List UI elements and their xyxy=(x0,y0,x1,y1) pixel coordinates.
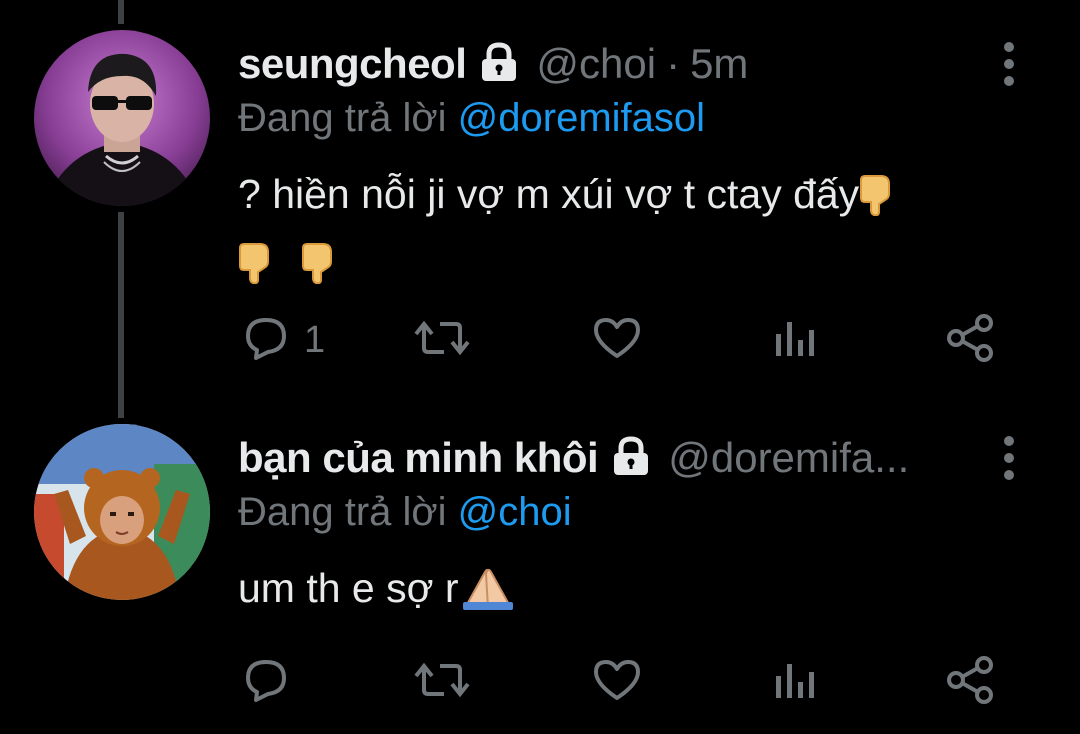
avatar[interactable] xyxy=(34,30,210,206)
more-options-icon[interactable] xyxy=(996,436,1022,480)
thread-line-connector xyxy=(118,212,124,418)
more-options-icon[interactable] xyxy=(996,42,1022,86)
timestamp[interactable]: 5m xyxy=(690,40,748,88)
tweet-actions xyxy=(238,652,1018,712)
analytics-button[interactable] xyxy=(772,652,816,712)
replying-to: Đang trả lời @choi xyxy=(238,490,572,535)
share-button[interactable] xyxy=(944,310,996,370)
like-button[interactable] xyxy=(592,310,642,370)
reply-prefix: Đang trả lời xyxy=(238,490,447,534)
reply-count: 1 xyxy=(304,318,326,361)
avatar[interactable] xyxy=(34,424,210,600)
lock-icon xyxy=(478,41,520,88)
like-button[interactable] xyxy=(592,652,642,712)
folded-hands-icon xyxy=(459,564,517,626)
thumbs-down-icon xyxy=(301,240,339,300)
reply-button[interactable]: 1 xyxy=(242,310,325,370)
tweet-text-line: ? hiền nỗi ji vợ m xúi vợ t ctay đấy xyxy=(238,171,860,217)
display-name[interactable]: bạn của minh khôi xyxy=(238,434,599,482)
share-button[interactable] xyxy=(944,652,996,712)
user-handle[interactable]: @choi xyxy=(536,40,656,88)
reply-button[interactable] xyxy=(242,652,290,712)
retweet-button[interactable] xyxy=(412,310,472,370)
analytics-icon xyxy=(772,656,816,709)
tweet-text-line: um th e sợ r xyxy=(238,565,459,611)
reply-mention-link[interactable]: @choi xyxy=(458,490,572,534)
tweet-text: ? hiền nỗi ji vợ m xúi vợ t ctay đấy xyxy=(238,164,998,300)
share-icon xyxy=(944,313,996,368)
tweet-header: bạn của minh khôi @doremifa... xyxy=(238,430,909,486)
reply-icon xyxy=(242,656,290,709)
tweet-header: seungcheol @choi · 5m xyxy=(238,36,748,92)
retweet-button[interactable] xyxy=(412,652,472,712)
display-name[interactable]: seungcheol xyxy=(238,40,467,88)
tweet-text: um th e sợ r xyxy=(238,558,998,626)
like-icon xyxy=(592,656,642,709)
share-icon xyxy=(944,655,996,710)
separator-dot: · xyxy=(666,40,681,87)
reply-prefix: Đang trả lời xyxy=(238,96,447,140)
replying-to: Đang trả lời @doremifasol xyxy=(238,96,705,141)
analytics-button[interactable] xyxy=(772,310,816,370)
lock-icon xyxy=(610,435,652,482)
user-handle[interactable]: @doremifa... xyxy=(668,434,909,482)
thumbs-down-icon xyxy=(859,172,897,232)
reply-icon xyxy=(242,314,290,367)
retweet-icon xyxy=(412,656,472,709)
reply-mention-link[interactable]: @doremifasol xyxy=(458,96,705,140)
retweet-icon xyxy=(412,314,472,367)
thumbs-down-icon xyxy=(238,240,276,300)
analytics-icon xyxy=(772,314,816,367)
thread-line-top xyxy=(118,0,124,24)
like-icon xyxy=(592,314,642,367)
tweet-actions: 1 xyxy=(238,310,1018,370)
